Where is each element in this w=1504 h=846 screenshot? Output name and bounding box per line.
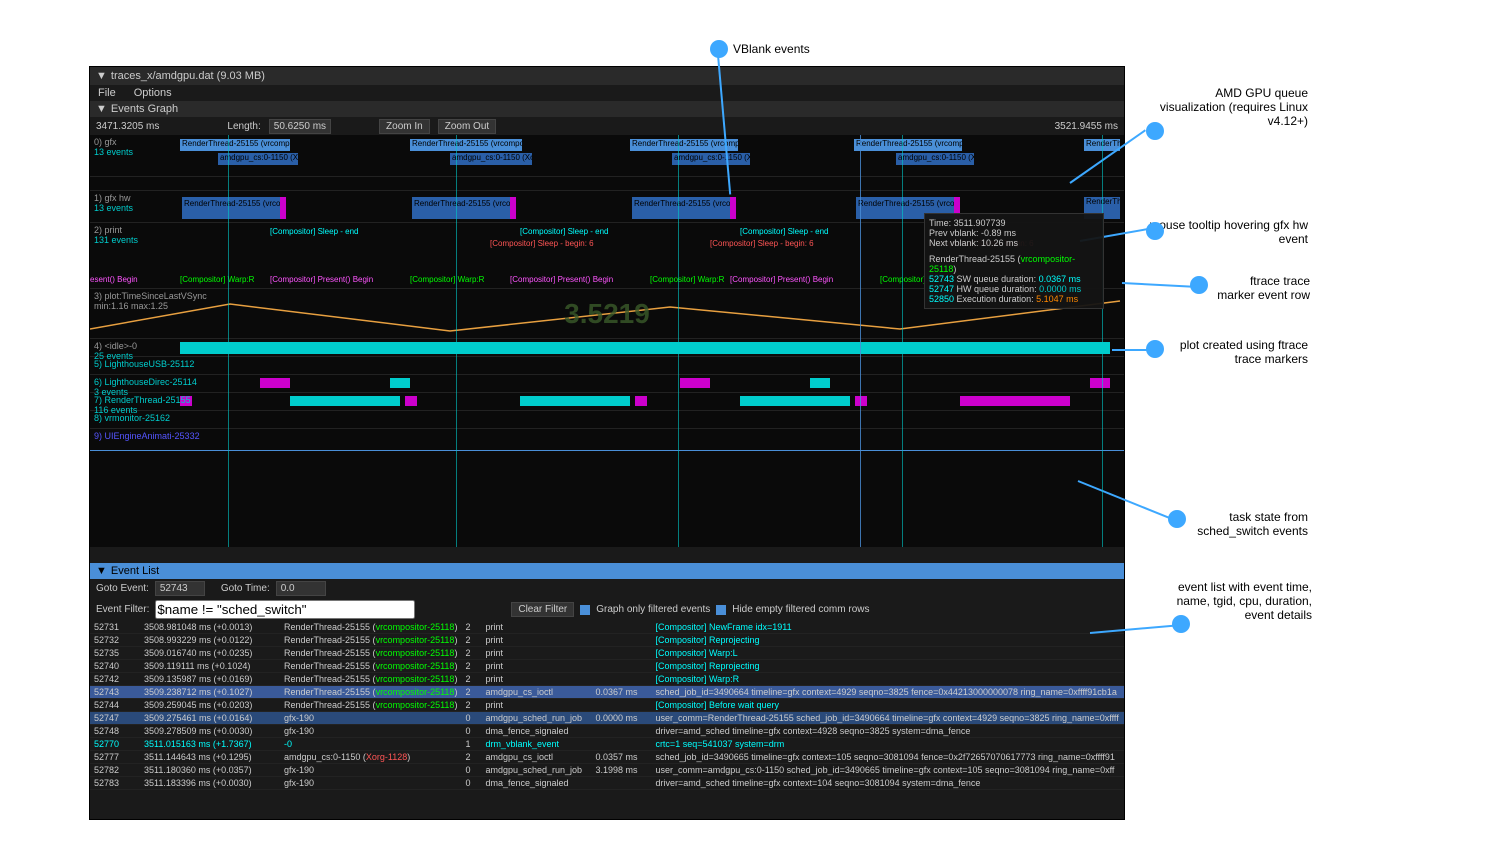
graph-only-label: Graph only filtered events <box>596 604 710 615</box>
event-list-controls: Goto Event: Goto Time: <box>90 579 1124 598</box>
table-row[interactable]: 527483509.278509 ms (+0.0030)gfx-1900dma… <box>90 725 1124 738</box>
event-filter-row: Event Filter: Clear Filter Graph only fi… <box>90 598 1124 621</box>
annotation-amd-gpu: AMD GPU queue visualization (requires Li… <box>1148 86 1308 128</box>
gfx-block[interactable]: amdgpu_cs:0-1150 (Xo <box>450 153 532 165</box>
menubar: File Options <box>90 85 1124 101</box>
start-time: 3471.3205 ms <box>96 121 159 132</box>
track-renderthread[interactable]: 7) RenderThread-25155116 events <box>90 393 1124 411</box>
table-row[interactable]: 527443509.259045 ms (+0.0203)RenderThrea… <box>90 699 1124 712</box>
menu-options[interactable]: Options <box>134 87 172 99</box>
tooltip: Time: 3511.907739 Prev vblank: -0.89 ms … <box>924 213 1104 309</box>
graph-only-checkbox[interactable] <box>580 605 590 615</box>
table-row[interactable]: 527423509.135987 ms (+0.0169)RenderThrea… <box>90 673 1124 686</box>
annotation-ftrace: ftrace trace marker event row <box>1210 274 1310 302</box>
graph-controls: 3471.3205 ms Length: 50.6250 ms Zoom In … <box>90 117 1124 135</box>
end-time: 3521.9455 ms <box>1055 121 1118 132</box>
hide-empty-label: Hide empty filtered comm rows <box>732 604 869 615</box>
gfxhw-block[interactable]: RenderThread-25155 (vrcompositor-25118) <box>182 197 280 219</box>
zoom-out-button[interactable]: Zoom Out <box>438 119 496 134</box>
table-row[interactable]: 527473509.275461 ms (+0.0164)gfx-1900amd… <box>90 712 1124 725</box>
filter-input[interactable] <box>155 600 415 619</box>
graph-area[interactable]: 0) gfx13 events RenderThread-25155 (vrco… <box>90 135 1124 547</box>
length-field[interactable]: 50.6250 ms <box>269 119 331 134</box>
collapse-icon[interactable]: ▼ <box>96 70 107 82</box>
titlebar: ▼ traces_x/amdgpu.dat (9.03 MB) <box>90 67 1124 85</box>
gfx-block[interactable]: RenderThread-25155 (vrcompo <box>630 139 738 151</box>
clear-filter-button[interactable]: Clear Filter <box>511 602 574 617</box>
gfxhw-block[interactable]: RenderThread-25155 (vrcompositor-25118) <box>412 197 510 219</box>
table-row[interactable]: 527833511.183396 ms (+0.0030)gfx-1900dma… <box>90 777 1124 790</box>
gfx-block[interactable]: RenderThread-25155 (vrcompo <box>854 139 962 151</box>
table-row[interactable]: 527433509.238712 ms (+0.1027)RenderThrea… <box>90 686 1124 699</box>
gfx-block[interactable]: amdgpu_cs:0-1150 (X <box>896 153 974 165</box>
track-lighthouse-usb[interactable]: 5) LighthouseUSB-25112 <box>90 357 1124 375</box>
event-list-header[interactable]: ▼ Event List <box>90 563 1124 579</box>
table-row[interactable]: 527313508.981048 ms (+0.0013)RenderThrea… <box>90 621 1124 634</box>
track-idle[interactable]: 4) <idle>-025 events <box>90 339 1124 357</box>
goto-event-label: Goto Event: <box>96 583 149 594</box>
annotation-plot: plot created using ftrace trace markers <box>1168 338 1308 366</box>
annotation-task-state: task state from sched_switch events <box>1178 510 1308 538</box>
plot-value: 3.5219 <box>564 298 650 330</box>
app-window: ▼ traces_x/amdgpu.dat (9.03 MB) File Opt… <box>89 66 1125 820</box>
gfx-block[interactable]: RenderThread-25155 (vrcompo <box>180 139 290 151</box>
gfx-block[interactable]: amdgpu_cs:0-1150 (X <box>672 153 750 165</box>
menu-file[interactable]: File <box>98 87 116 99</box>
events-graph-label: Events Graph <box>111 103 178 115</box>
annotation-tooltip: mouse tooltip hovering gfx hw event <box>1148 218 1308 246</box>
track-uiengine[interactable]: 9) UIEngineAnimati-25332 <box>90 429 1124 451</box>
collapse-icon[interactable]: ▼ <box>96 103 107 115</box>
gfxhw-block[interactable]: RenderThread-25155 (vrcompositor-25118) <box>632 197 730 219</box>
table-row[interactable]: 527823511.180360 ms (+0.0357)gfx-1900amd… <box>90 764 1124 777</box>
table-row[interactable]: 527353509.016740 ms (+0.0235)RenderThrea… <box>90 647 1124 660</box>
annotation-vblank: VBlank events <box>733 42 810 56</box>
zoom-in-button[interactable]: Zoom In <box>379 119 430 134</box>
length-label: Length: <box>227 121 260 132</box>
gfx-block[interactable]: amdgpu_cs:0-1150 (X <box>218 153 298 165</box>
table-row[interactable]: 527323508.993229 ms (+0.0122)RenderThrea… <box>90 634 1124 647</box>
filter-label: Event Filter: <box>96 604 149 615</box>
goto-time-input[interactable] <box>276 581 326 596</box>
table-row[interactable]: 527703511.015163 ms (+1.7367)-01drm_vbla… <box>90 738 1124 751</box>
track-lighthouse-direc[interactable]: 6) LighthouseDirec-251143 events <box>90 375 1124 393</box>
hide-empty-checkbox[interactable] <box>716 605 726 615</box>
events-graph-header[interactable]: ▼ Events Graph <box>90 101 1124 117</box>
annotation-dot <box>1146 122 1164 140</box>
goto-event-input[interactable] <box>155 581 205 596</box>
annotation-dot <box>1146 222 1164 240</box>
table-row[interactable]: 527403509.119111 ms (+0.1024)RenderThrea… <box>90 660 1124 673</box>
annotation-dot <box>1168 510 1186 528</box>
event-list-label: Event List <box>111 565 159 577</box>
track-gfx[interactable]: 0) gfx13 events RenderThread-25155 (vrco… <box>90 135 1124 177</box>
event-table[interactable]: 527313508.981048 ms (+0.0013)RenderThrea… <box>90 621 1124 790</box>
track-vrmonitor[interactable]: 8) vrmonitor-25162 <box>90 411 1124 429</box>
goto-time-label: Goto Time: <box>221 583 270 594</box>
collapse-icon[interactable]: ▼ <box>96 565 107 577</box>
window-title: traces_x/amdgpu.dat (9.03 MB) <box>111 70 265 82</box>
table-row[interactable]: 527773511.144643 ms (+0.1295)amdgpu_cs:0… <box>90 751 1124 764</box>
gfx-block[interactable]: RenderThread-25155 (vrcompo <box>410 139 522 151</box>
